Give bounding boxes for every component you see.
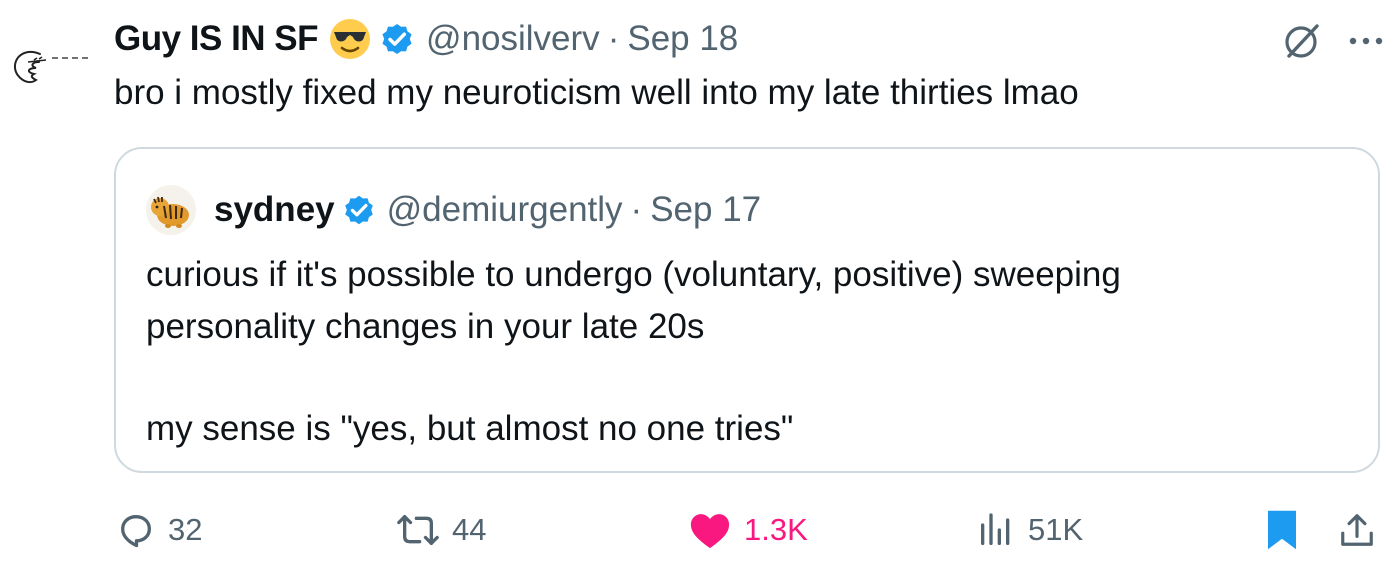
quote-text: curious if it's possible to undergo (vol… [146,249,1346,455]
share-icon [1338,510,1376,550]
bookmark-button[interactable] [1264,500,1300,560]
more-icon[interactable] [1346,31,1386,51]
quote-author-avatar[interactable] [146,185,196,235]
quote-text-line: curious if it's possible to undergo (vol… [146,255,1121,294]
reply-icon [116,510,156,550]
author-handle[interactable]: @nosilverv [426,19,600,59]
tweet-date[interactable]: Sep 18 [627,19,738,59]
reply-count: 32 [168,512,203,547]
reply-button[interactable]: 32 [116,500,202,560]
tweet-top-actions [1280,18,1386,64]
tweet-action-bar: 32 44 1.3K 51K [114,500,1386,560]
quote-separator-dot: · [630,190,643,229]
like-count: 1.3K [744,512,808,547]
share-button[interactable] [1338,500,1376,560]
heart-icon [688,510,732,550]
views-icon [976,510,1016,550]
views-count: 51K [1028,512,1084,547]
quote-tweet-card[interactable]: sydney @demiurgently · Sep 17 curious if… [114,147,1380,473]
repost-icon [396,510,440,550]
verified-badge-icon[interactable] [378,20,416,58]
bookmark-icon [1264,509,1300,551]
quote-header: sydney @demiurgently · Sep 17 [146,185,761,235]
like-button[interactable]: 1.3K [688,500,808,560]
tweet-header: Guy IS IN SF @nosilverv · Sep 18 [114,14,738,64]
author-avatar[interactable] [6,34,96,104]
separator-dot: · [607,19,620,58]
grok-icon[interactable] [1280,19,1324,63]
views-button[interactable]: 51K [976,500,1083,560]
author-name[interactable]: Guy IS IN SF [114,19,319,59]
repost-count: 44 [452,512,487,547]
quote-author-handle[interactable]: @demiurgently [387,190,623,230]
quote-verified-badge-icon[interactable] [341,192,377,228]
quote-text-line: my sense is "yes, but almost no one trie… [146,409,794,448]
tweet-text: bro i mostly fixed my neuroticism well i… [114,73,1079,112]
repost-button[interactable]: 44 [396,500,486,560]
quote-text-line: personality changes in your late 20s [146,307,705,346]
quote-author-name[interactable]: sydney [214,190,335,230]
sunglasses-emoji-icon [328,17,372,61]
quote-date[interactable]: Sep 17 [650,190,761,230]
